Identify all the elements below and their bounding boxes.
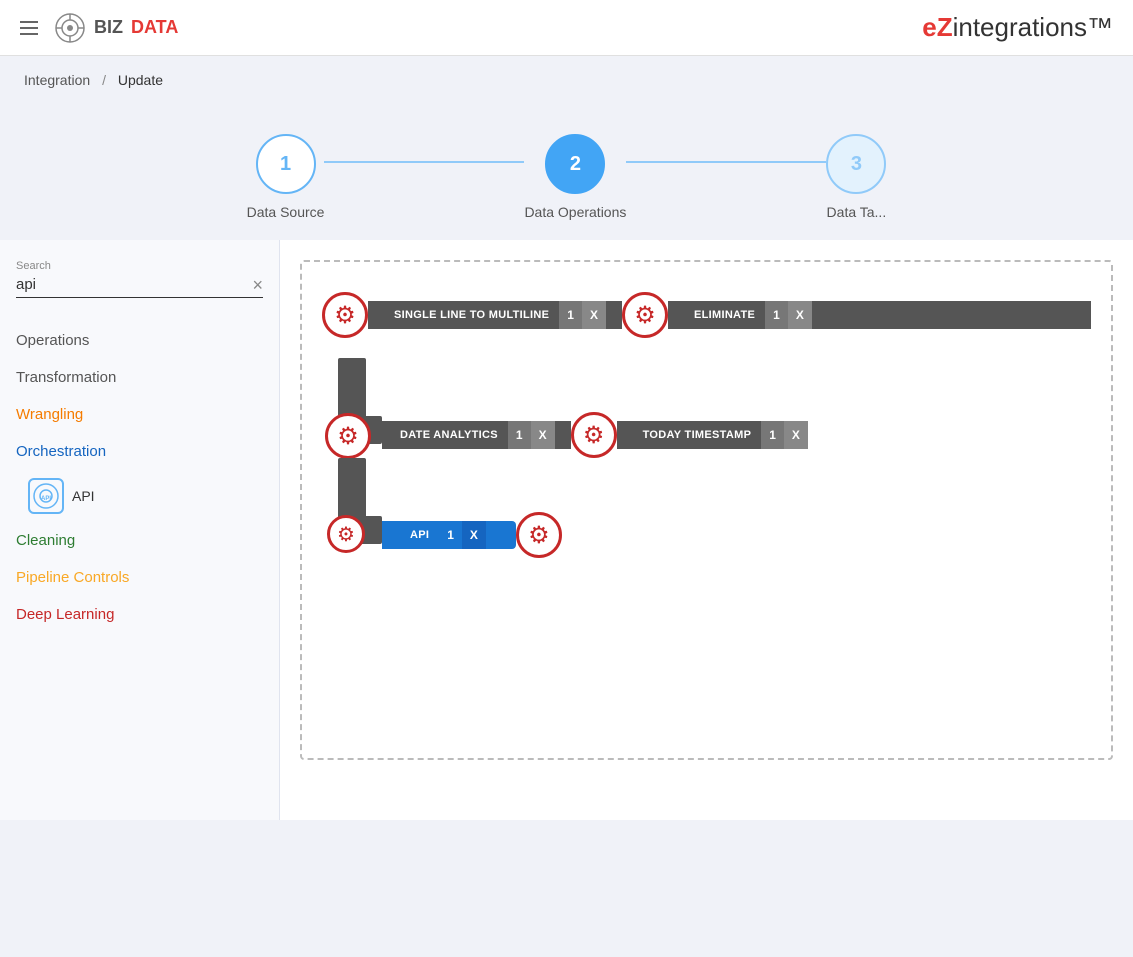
sidebar-item-pipeline-controls[interactable]: Pipeline Controls	[16, 559, 263, 596]
sidebar-api-item[interactable]: API API	[16, 470, 263, 522]
step-2[interactable]: 2 Data Operations	[524, 134, 626, 220]
step-line-2	[626, 161, 826, 163]
pipe-segment-2	[668, 301, 684, 329]
step-2-circle: 2	[545, 134, 605, 194]
pipe-end	[812, 301, 1091, 329]
sidebar: Search × Operations Transformation Wrang…	[0, 240, 280, 820]
gear-icon-1[interactable]	[322, 292, 368, 338]
step-3-label: Data Ta...	[827, 204, 887, 220]
pipeline-container: SINGLE LINE TO MULTILINE 1 X ELIMINATE 1…	[300, 260, 1113, 760]
gear-icon-2[interactable]	[622, 292, 668, 338]
search-label: Search	[16, 260, 263, 272]
logo-biz: BIZ	[94, 17, 123, 38]
op-x-today[interactable]: X	[784, 421, 808, 449]
header: BIZ DATA eZintegrations™	[0, 0, 1133, 56]
sidebar-item-cleaning[interactable]: Cleaning	[16, 522, 263, 559]
main-content: Search × Operations Transformation Wrang…	[0, 240, 1133, 820]
pipeline-row-3: API 1 X	[382, 512, 562, 558]
op-label-api: API	[400, 521, 439, 549]
sidebar-item-orchestration[interactable]: Orchestration	[16, 433, 263, 470]
step-line-1	[324, 161, 524, 163]
gear-icon-api[interactable]	[327, 515, 365, 553]
step-1-circle: 1	[256, 134, 316, 194]
step-3-circle: 3	[826, 134, 886, 194]
pipeline-row-2: DATE ANALYTICS 1 X TODAY TIMESTAMP 1 X	[382, 412, 808, 458]
brand-name: eZintegrations™	[922, 12, 1113, 43]
pipe-connector	[606, 301, 622, 329]
menu-icon[interactable]	[20, 21, 38, 35]
op-x-2[interactable]: X	[788, 301, 812, 329]
op-count-1: 1	[559, 301, 582, 329]
logo-data: DATA	[131, 17, 178, 38]
sidebar-item-deep-learning[interactable]: Deep Learning	[16, 596, 263, 633]
op-label-date-analytics: DATE ANALYTICS	[390, 421, 508, 449]
op-label-eliminate: ELIMINATE	[684, 301, 765, 329]
search-input[interactable]	[16, 274, 263, 298]
op-count-api: 1	[439, 521, 462, 549]
breadcrumb: Integration / Update	[0, 56, 1133, 104]
logo-container: BIZ DATA	[54, 12, 178, 44]
sidebar-item-transformation[interactable]: Transformation	[16, 359, 263, 396]
pipe-segment	[368, 301, 384, 329]
pipe-small	[382, 421, 390, 449]
pipe-mid	[555, 421, 571, 449]
pipeline-row-1: SINGLE LINE TO MULTILINE 1 X ELIMINATE 1…	[322, 292, 1091, 338]
op-x-1[interactable]: X	[582, 301, 606, 329]
gear-icon-elbow[interactable]	[325, 413, 371, 459]
step-2-label: Data Operations	[524, 204, 626, 220]
sidebar-item-operations[interactable]: Operations	[16, 322, 263, 359]
step-3[interactable]: 3 Data Ta...	[826, 134, 886, 220]
step-1[interactable]: 1 Data Source	[247, 134, 325, 220]
op-x-api[interactable]: X	[462, 521, 486, 549]
wizard-steps: 1 Data Source 2 Data Operations 3 Data T…	[0, 104, 1133, 240]
breadcrumb-current: Update	[118, 72, 163, 88]
search-clear-button[interactable]: ×	[252, 276, 263, 294]
op-count-2: 1	[765, 301, 788, 329]
pipeline-row-3-wrapper: API 1 X	[322, 458, 1091, 558]
op-label-single-line: SINGLE LINE TO MULTILINE	[384, 301, 559, 329]
blue-pipe-end	[486, 521, 516, 549]
op-count-today: 1	[761, 421, 784, 449]
breadcrumb-separator: /	[102, 72, 106, 88]
pipe-mid-2	[617, 421, 633, 449]
breadcrumb-parent[interactable]: Integration	[24, 72, 90, 88]
svg-text:API: API	[41, 496, 51, 502]
op-x-date[interactable]: X	[531, 421, 555, 449]
api-icon: API	[28, 478, 64, 514]
logo-icon	[54, 12, 86, 44]
gear-icon-3[interactable]	[571, 412, 617, 458]
op-label-today: TODAY TIMESTAMP	[633, 421, 762, 449]
blue-pipe	[382, 521, 400, 549]
pipeline-canvas: SINGLE LINE TO MULTILINE 1 X ELIMINATE 1…	[280, 240, 1133, 820]
elbow-pipe	[322, 358, 382, 458]
step-1-label: Data Source	[247, 204, 325, 220]
op-count-date: 1	[508, 421, 531, 449]
api-item-label: API	[72, 488, 95, 504]
search-box: Search ×	[16, 260, 263, 298]
sidebar-item-wrangling[interactable]: Wrangling	[16, 396, 263, 433]
pipeline-row-2-wrapper: DATE ANALYTICS 1 X TODAY TIMESTAMP 1 X	[322, 358, 1091, 458]
gear-icon-4[interactable]	[516, 512, 562, 558]
elbow-pipe-2	[322, 458, 382, 558]
